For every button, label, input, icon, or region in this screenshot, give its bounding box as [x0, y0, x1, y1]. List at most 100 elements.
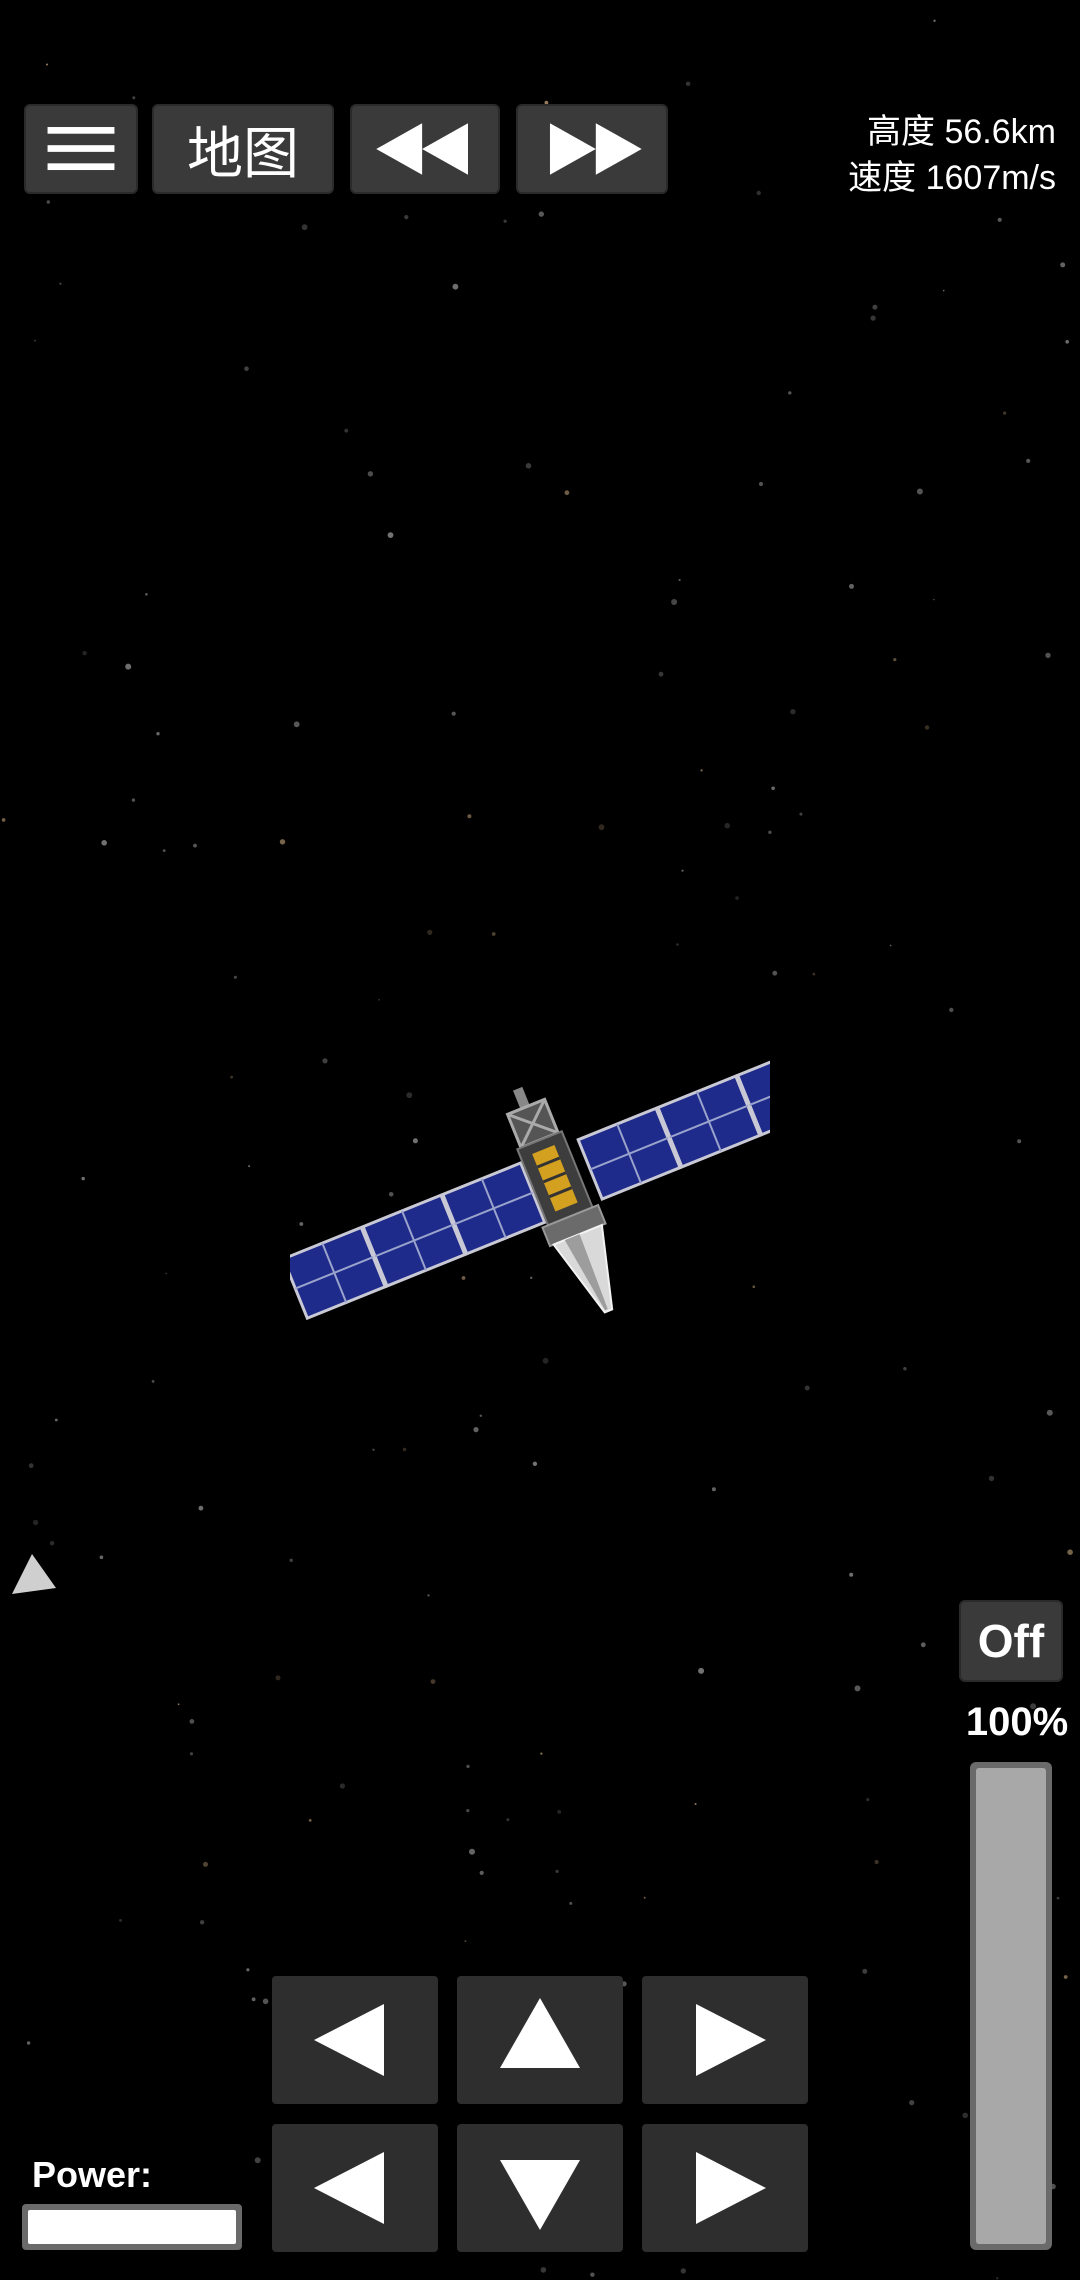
star	[540, 1752, 543, 1755]
star	[189, 1719, 195, 1724]
star	[1065, 340, 1069, 344]
satellite-spacecraft	[290, 1041, 770, 1321]
star	[525, 463, 532, 469]
star	[427, 1594, 430, 1597]
star	[1060, 262, 1066, 268]
star	[1063, 1975, 1068, 1979]
star	[643, 1896, 646, 1899]
star	[244, 366, 249, 372]
star	[788, 391, 792, 395]
star	[503, 219, 507, 223]
menu-button[interactable]	[24, 104, 138, 194]
star	[479, 1414, 482, 1418]
throttle-slider[interactable]	[970, 1762, 1052, 2250]
slide-left-button[interactable]	[272, 2124, 438, 2252]
star	[165, 1272, 167, 1275]
thrust-down-button[interactable]	[457, 2124, 623, 2252]
fast-forward-button[interactable]	[516, 104, 668, 194]
star	[402, 1447, 407, 1452]
map-button[interactable]: 地图	[152, 104, 334, 194]
star	[301, 224, 308, 231]
star	[49, 1541, 55, 1546]
star	[854, 1685, 861, 1692]
speed-readout: 速度 1607m/s	[848, 159, 1056, 197]
star	[849, 1572, 854, 1577]
star	[289, 1558, 293, 1563]
rotate-left-button[interactable]	[272, 1976, 438, 2104]
star	[724, 822, 731, 829]
star	[1017, 1139, 1022, 1144]
star	[469, 1848, 475, 1855]
star	[479, 1870, 484, 1875]
throttle-percent: 100%	[965, 1700, 1069, 1744]
rotate-right-button[interactable]	[642, 1976, 808, 2104]
star	[189, 1752, 194, 1756]
slide-right-button[interactable]	[642, 2124, 808, 2252]
star	[903, 1367, 907, 1371]
star	[771, 786, 775, 791]
star	[658, 671, 664, 677]
star	[711, 1487, 716, 1492]
star	[988, 1475, 995, 1482]
star	[681, 869, 684, 872]
star	[251, 1997, 256, 2002]
star	[162, 849, 166, 852]
rewind-icon	[376, 123, 468, 175]
slide-right-icon	[696, 2152, 766, 2224]
star	[378, 998, 380, 1001]
star	[156, 732, 160, 736]
star	[866, 1798, 870, 1802]
rotate-left-icon	[314, 2004, 384, 2076]
star	[949, 1007, 954, 1013]
star	[849, 583, 854, 589]
star	[430, 1679, 436, 1684]
star	[893, 658, 897, 662]
star	[889, 944, 892, 947]
star	[467, 814, 472, 819]
star	[758, 481, 764, 487]
star	[1026, 458, 1031, 463]
star	[151, 1380, 155, 1383]
star	[862, 1968, 868, 1974]
star	[279, 839, 286, 845]
star	[700, 769, 703, 772]
star	[254, 2157, 261, 2164]
star	[698, 1667, 705, 1674]
star	[193, 843, 197, 848]
star	[491, 932, 496, 936]
star	[132, 96, 136, 100]
star	[997, 217, 1002, 222]
star	[198, 1505, 204, 1511]
star	[367, 471, 374, 477]
engine-toggle-button[interactable]: Off	[959, 1600, 1063, 1682]
star	[203, 1861, 208, 1867]
star	[933, 598, 935, 601]
star	[466, 1764, 470, 1769]
star	[339, 1783, 345, 1789]
star	[28, 1463, 34, 1469]
thrust-up-button[interactable]	[457, 1976, 623, 2104]
star	[538, 211, 544, 217]
star	[671, 599, 678, 605]
star	[293, 721, 300, 728]
star	[131, 798, 136, 802]
star	[452, 283, 459, 290]
star	[230, 1075, 234, 1079]
star	[790, 709, 796, 715]
star	[451, 711, 456, 716]
power-bar	[22, 2204, 242, 2250]
star	[99, 1555, 104, 1560]
star	[756, 190, 761, 196]
thrust-up-icon	[500, 1998, 580, 2068]
power-label: Power:	[32, 2154, 153, 2195]
rewind-button[interactable]	[350, 104, 500, 194]
star	[82, 651, 87, 656]
star	[1046, 1409, 1053, 1416]
star	[54, 1418, 58, 1422]
star	[46, 200, 50, 204]
star	[199, 1920, 205, 1925]
star	[996, 2277, 999, 2280]
star	[387, 532, 394, 538]
star	[874, 1859, 879, 1865]
star	[248, 1165, 251, 1168]
